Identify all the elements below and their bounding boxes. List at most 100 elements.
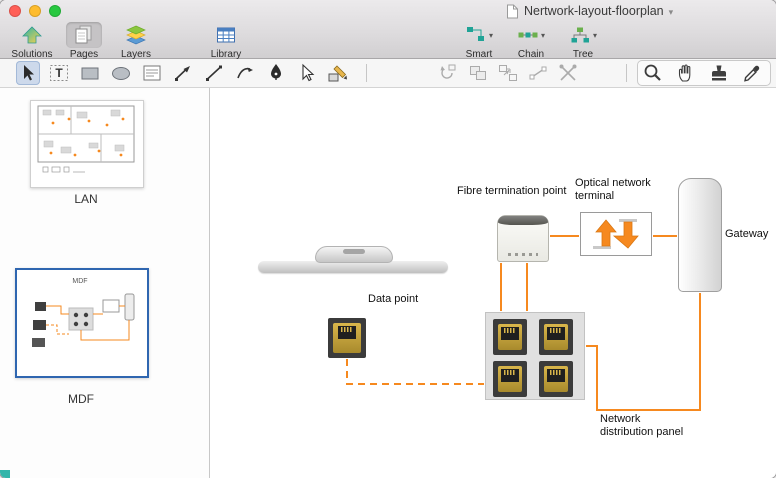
shape-pencil-icon (328, 65, 347, 82)
fibre-termination-point-shape[interactable] (497, 215, 549, 262)
optical-terminal-label[interactable]: Optical network terminal (575, 177, 661, 203)
magnifier-icon (644, 64, 661, 81)
toolbar-separator (366, 64, 367, 82)
rectangle-tool[interactable] (78, 61, 102, 85)
tree-button[interactable]: ▾ Tree (554, 22, 612, 60)
pen-nib-icon (271, 64, 281, 80)
tree-dropdown-chevron-icon[interactable]: ▾ (593, 31, 597, 40)
text-tool[interactable]: T (47, 61, 71, 85)
pages-panel: LAN MDF MDF (0, 88, 210, 478)
smart-diagram-icon (466, 27, 484, 41)
pages-button[interactable]: Pages (56, 22, 112, 60)
page-thumbnail-mdf[interactable]: MDF (15, 268, 149, 378)
mdf-thumb-title: MDF (72, 278, 87, 285)
hand-icon (678, 64, 691, 82)
layers-icon (126, 25, 146, 45)
curve-icon (237, 67, 253, 79)
solutions-button[interactable]: Solutions (4, 22, 60, 60)
gateway-shape[interactable] (678, 178, 722, 292)
pen-tool[interactable] (264, 61, 288, 85)
white-cursor-icon (302, 63, 315, 82)
minimize-button[interactable] (29, 5, 41, 17)
ellipse-icon (112, 67, 130, 80)
network-distribution-panel-shape[interactable] (485, 312, 585, 400)
combine-shapes-tool[interactable] (466, 61, 490, 85)
crossed-tools-icon (559, 64, 577, 81)
rj45-port-icon (501, 327, 519, 340)
smart-button[interactable]: ▾ Smart (450, 22, 508, 60)
up-down-arrows-icon (593, 219, 639, 249)
stamp-tool[interactable] (707, 61, 731, 85)
rj45-port-icon (501, 369, 519, 382)
zoom-tool[interactable] (641, 61, 665, 85)
fibre-termination-label[interactable]: Fibre termination point (457, 185, 577, 198)
rotate-shape-icon (440, 64, 456, 79)
data-point-jack-shape[interactable] (328, 318, 366, 358)
window-title: Nertwork-layout-floorplan (524, 4, 664, 18)
panel-jack-1[interactable] (493, 319, 527, 355)
rj45-port-icon (547, 327, 565, 340)
page-name-lan: LAN (74, 192, 98, 206)
layers-button[interactable]: Layers (108, 22, 164, 60)
line-tool[interactable] (202, 61, 226, 85)
zoom-button[interactable] (49, 5, 61, 17)
chain-dropdown-chevron-icon[interactable]: ▾ (541, 31, 545, 40)
library-icon (217, 27, 235, 43)
close-button[interactable] (9, 5, 21, 17)
mdf-diagram-preview: MDF (32, 278, 135, 347)
edit-nodes-tool[interactable] (526, 61, 550, 85)
eyedropper-tool[interactable] (740, 61, 764, 85)
top-chrome: Nertwork-layout-floorplan ▾ Solutions Pa… (0, 0, 776, 61)
advanced-tools-tool[interactable] (556, 61, 580, 85)
panel-jack-3[interactable] (493, 361, 527, 397)
shape-edit-tool[interactable] (326, 61, 350, 85)
distribution-panel-label-line1: Network (600, 413, 641, 425)
pan-hand-tool[interactable] (674, 61, 698, 85)
cable-gateway-to-panel[interactable] (586, 293, 701, 411)
rotate-shape-tool[interactable] (436, 61, 460, 85)
rectangle-icon (81, 67, 99, 80)
page-thumbnail-lan[interactable] (30, 100, 144, 188)
connector-arrow-tool[interactable] (171, 61, 195, 85)
toolbar-separator (626, 64, 627, 82)
cursor-icon (24, 65, 34, 81)
distribute-shapes-tool[interactable] (496, 61, 520, 85)
tree-diagram-icon (571, 27, 589, 43)
document-icon (507, 4, 518, 18)
optical-terminal-label-line1: Optical network (575, 177, 651, 189)
data-point-label[interactable]: Data point (368, 293, 418, 306)
optical-network-terminal-shape[interactable] (580, 212, 652, 256)
select-tool[interactable] (16, 61, 40, 85)
title-menu-chevron-icon[interactable]: ▾ (669, 7, 674, 18)
combine-shapes-icon (470, 66, 486, 80)
drawing-canvas[interactable]: Data point Fibre termination point Optic… (211, 88, 776, 478)
library-button[interactable]: Library (196, 22, 256, 60)
stamp-icon (712, 65, 726, 81)
edit-nodes-icon (529, 66, 547, 80)
access-point-slot (343, 249, 365, 254)
panel-jack-2[interactable] (539, 319, 573, 355)
distribute-shapes-icon (499, 65, 517, 81)
text-block-tool[interactable] (140, 61, 164, 85)
smart-dropdown-chevron-icon[interactable]: ▾ (489, 31, 493, 40)
window-title-group: Nertwork-layout-floorplan ▾ (506, 3, 673, 19)
text-block-icon (143, 65, 161, 81)
cable-datapoint-to-panel[interactable] (346, 359, 484, 385)
chain-button[interactable]: ▾ Chain (502, 22, 560, 61)
pages-icon (75, 25, 92, 44)
optical-terminal-label-line2: terminal (575, 190, 615, 202)
page-tab-chip[interactable] (0, 470, 10, 478)
rj45-port-icon (547, 369, 565, 382)
traffic-lights (9, 5, 61, 17)
arc-tool[interactable] (233, 61, 257, 85)
panel-jack-4[interactable] (539, 361, 573, 397)
eyedropper-icon (744, 65, 760, 82)
gateway-label[interactable]: Gateway (725, 228, 768, 241)
rj45-port-icon (338, 326, 356, 339)
direct-select-tool[interactable] (295, 61, 319, 85)
arrow-line-icon (175, 66, 190, 81)
distribution-panel-label[interactable]: Network distribution panel (600, 413, 710, 439)
text-tool-glyph: T (55, 66, 63, 80)
ellipse-tool[interactable] (109, 61, 133, 85)
solutions-icon (22, 26, 42, 44)
